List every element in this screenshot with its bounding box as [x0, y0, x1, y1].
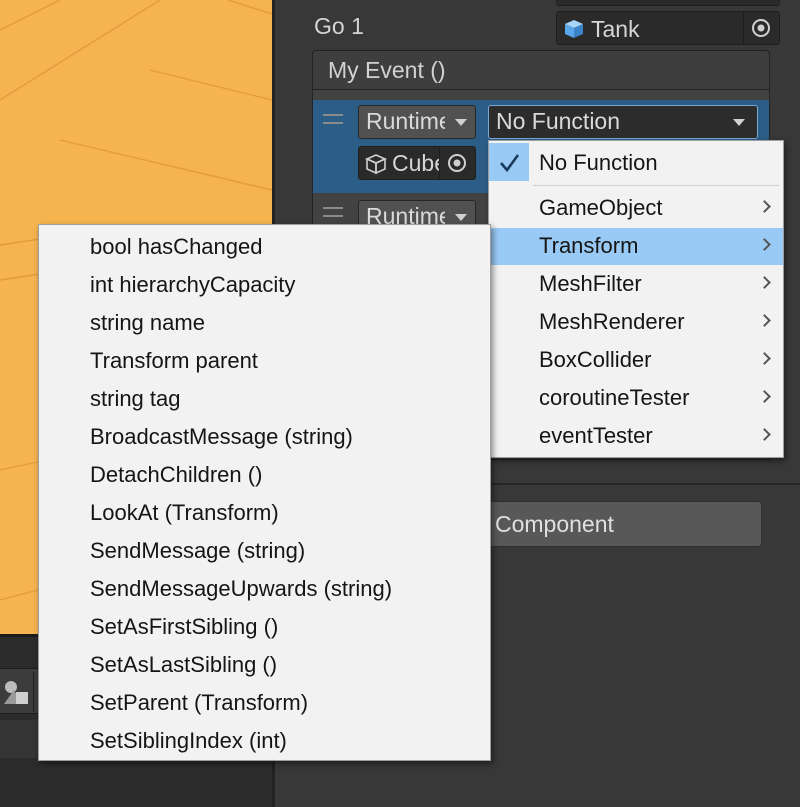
menu-item-int-hierarchycapacity[interactable]: int hierarchyCapacity: [39, 267, 490, 304]
menu-item-eventtester[interactable]: eventTester: [489, 418, 783, 455]
toolbar-divider: [33, 672, 34, 712]
menu-item-setaslastsibling[interactable]: SetAsLastSibling (): [39, 647, 490, 684]
add-component-label: Component: [495, 511, 614, 537]
menu-item-sendmessageupwards[interactable]: SendMessageUpwards (string): [39, 571, 490, 608]
chevron-right-icon: [758, 276, 771, 289]
chevron-right-icon: [758, 352, 771, 365]
dropdown-arrow-icon: [455, 214, 467, 221]
chevron-right-icon: [758, 314, 771, 327]
menu-item-coroutinetester[interactable]: coroutineTester: [489, 380, 783, 417]
menu-separator: [533, 185, 779, 186]
cube-icon: [365, 154, 387, 175]
menu-item-meshfilter[interactable]: MeshFilter: [489, 266, 783, 303]
menu-item-lookat[interactable]: LookAt (Transform): [39, 495, 490, 532]
target-icon: [448, 154, 466, 172]
menu-item-setasfirstsibling[interactable]: SetAsFirstSibling (): [39, 609, 490, 646]
menu-item-meshrenderer[interactable]: MeshRenderer: [489, 304, 783, 341]
object-picker-button[interactable]: [439, 147, 475, 179]
menu-item-setsiblingindex[interactable]: SetSiblingIndex (int): [39, 723, 490, 760]
function-dropdown[interactable]: No Function: [488, 105, 758, 139]
menu-item-transform[interactable]: Transform: [489, 228, 783, 265]
function-menu: No Function GameObject Transform MeshFil…: [488, 140, 784, 458]
object-field-value: Tank: [591, 16, 640, 42]
field-above: [556, 0, 780, 6]
menu-item-string-tag[interactable]: string tag: [39, 381, 490, 418]
drag-handle-icon[interactable]: [323, 207, 343, 217]
drag-handle-icon[interactable]: [323, 114, 343, 124]
menu-item-string-name[interactable]: string name: [39, 305, 490, 342]
transform-submenu: bool hasChanged int hierarchyCapacity st…: [38, 224, 491, 761]
chevron-right-icon: [758, 238, 771, 251]
dropdown-arrow-icon: [733, 119, 745, 126]
shapes-icon[interactable]: [2, 678, 32, 706]
go-field-label: Go 1: [314, 13, 364, 39]
add-component-button[interactable]: Component: [488, 501, 762, 547]
chevron-right-icon: [758, 428, 771, 441]
menu-item-broadcastmessage[interactable]: BroadcastMessage (string): [39, 419, 490, 456]
runtime-mode-dropdown[interactable]: Runtime: [358, 105, 476, 139]
menu-item-bool-haschanged[interactable]: bool hasChanged: [39, 229, 490, 266]
tank-object-field[interactable]: Tank: [556, 11, 780, 45]
menu-item-gameobject[interactable]: GameObject: [489, 190, 783, 227]
dropdown-arrow-icon: [455, 119, 467, 126]
menu-item-no-function[interactable]: No Function: [489, 145, 783, 182]
function-value: No Function: [496, 108, 621, 134]
runtime-mode-value: Runtime: [366, 108, 452, 134]
menu-item-boxcollider[interactable]: BoxCollider: [489, 342, 783, 379]
target-icon: [752, 19, 770, 37]
prefab-cube-icon: [565, 20, 583, 38]
cube-object-field[interactable]: Cube: [358, 146, 476, 180]
menu-item-detachchildren[interactable]: DetachChildren (): [39, 457, 490, 494]
menu-item-transform-parent[interactable]: Transform parent: [39, 343, 490, 380]
object-picker-button[interactable]: [743, 12, 779, 44]
menu-item-setparent[interactable]: SetParent (Transform): [39, 685, 490, 722]
event-title: My Event (): [328, 57, 446, 83]
chevron-right-icon: [758, 390, 771, 403]
event-header: My Event (): [312, 50, 770, 90]
chevron-right-icon: [758, 200, 771, 213]
menu-item-sendmessage[interactable]: SendMessage (string): [39, 533, 490, 570]
